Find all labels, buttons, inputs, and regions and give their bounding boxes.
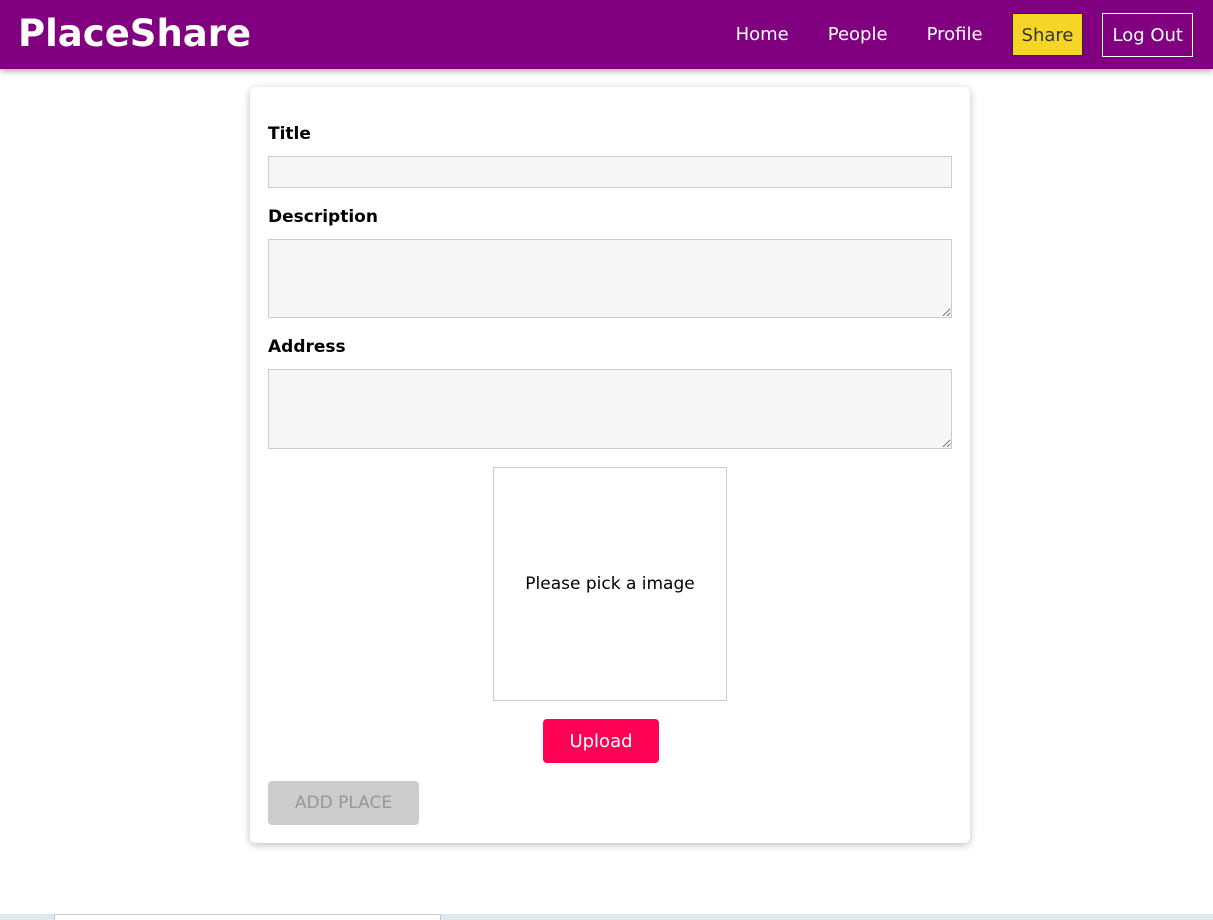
- address-label: Address: [268, 337, 346, 357]
- description-textarea[interactable]: [268, 239, 952, 318]
- logout-button[interactable]: Log Out: [1102, 12, 1193, 57]
- title-label: Title: [268, 124, 311, 144]
- add-place-button[interactable]: ADD PLACE: [268, 781, 419, 825]
- app-logo[interactable]: PlaceShare: [18, 12, 251, 56]
- nav-profile-link[interactable]: Profile: [917, 13, 993, 56]
- image-preview-placeholder: Please pick a image: [525, 574, 695, 594]
- add-place-form: Title Description Address Please pick a …: [250, 87, 970, 843]
- description-label: Description: [268, 207, 378, 227]
- nav-home-link[interactable]: Home: [726, 13, 799, 56]
- nav-people-link[interactable]: People: [818, 13, 898, 56]
- title-input[interactable]: [268, 156, 952, 188]
- image-preview: Please pick a image: [493, 467, 727, 701]
- background-panel-edge: [54, 914, 441, 920]
- nav-share-link[interactable]: Share: [1011, 13, 1084, 56]
- upload-button[interactable]: Upload: [543, 719, 659, 763]
- address-textarea[interactable]: [268, 369, 952, 449]
- main-navigation: Home People Profile Share Log Out: [726, 0, 1213, 69]
- main-header: PlaceShare Home People Profile Share Log…: [0, 0, 1213, 69]
